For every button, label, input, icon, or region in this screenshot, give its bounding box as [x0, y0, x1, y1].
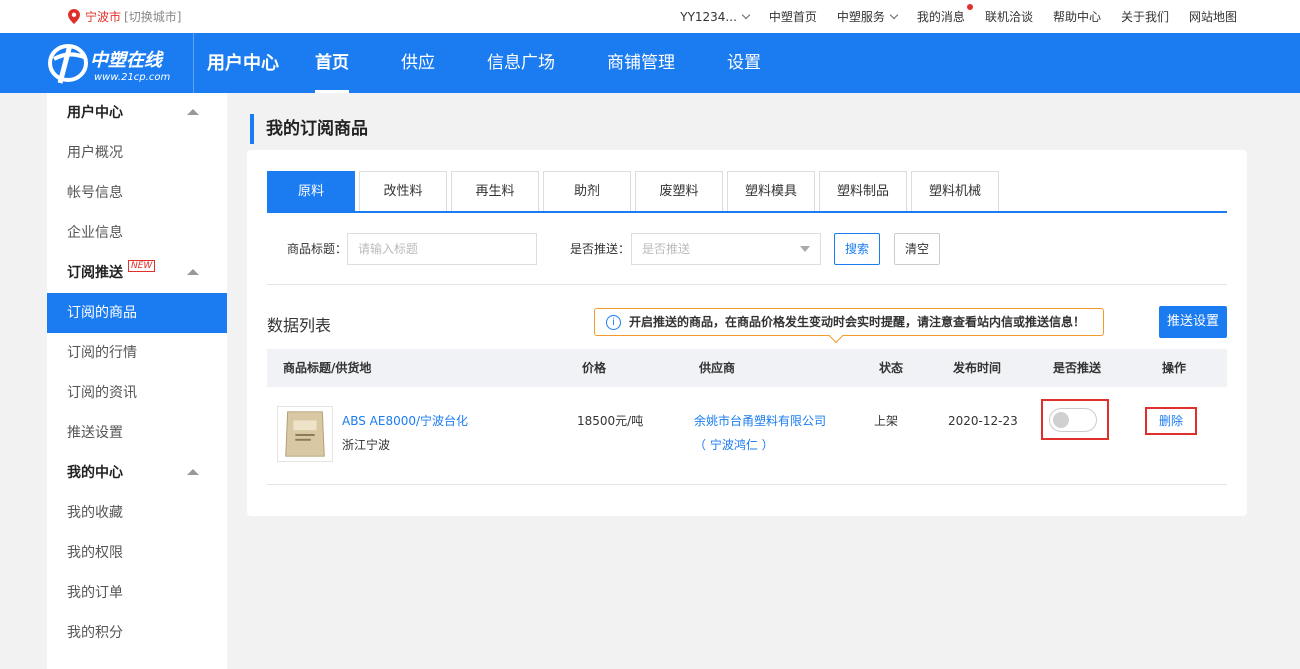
col-status: 状态	[879, 361, 904, 375]
tab-additives[interactable]: 助剂	[543, 171, 631, 211]
supplier-link[interactable]: 余姚市台甬塑料有限公司	[694, 413, 826, 429]
collapse-arrow-icon	[187, 269, 199, 275]
nav-item-shop-management[interactable]: 商铺管理	[589, 33, 693, 93]
col-price: 价格	[582, 361, 607, 375]
top-links: YY1234... 中塑首页 中塑服务 我的消息 联机洽谈 帮助中心 关于我们 …	[680, 0, 1300, 33]
supplier-sub-link[interactable]: （ 宁波鸿仁 ）	[694, 437, 774, 453]
sidebar-item-points[interactable]: 我的积分	[47, 613, 227, 653]
online-chat-link[interactable]: 联机洽谈	[985, 8, 1033, 25]
nav-divider	[193, 33, 194, 93]
sidebar-item-permissions[interactable]: 我的权限	[47, 533, 227, 573]
category-tabs: 原料 改性料 再生料 助剂 废塑料 塑料模具 塑料制品 塑料机械	[267, 171, 1227, 213]
sidebar-item-orders[interactable]: 我的订单	[47, 573, 227, 613]
col-title-location: 商品标题/供货地	[283, 361, 372, 375]
sidebar-group-my-center[interactable]: 我的中心	[47, 453, 227, 493]
svg-text:www.21cp.com: www.21cp.com	[94, 72, 170, 83]
sidebar-item-subscribed-news[interactable]: 订阅的资讯	[47, 373, 227, 413]
nav-item-info-plaza[interactable]: 信息广场	[469, 33, 573, 93]
dropdown-arrow-icon	[800, 246, 810, 252]
collapse-arrow-icon	[187, 109, 199, 115]
table-header: 商品标题/供货地 价格 供应商 状态 发布时间 是否推送 操作	[267, 349, 1227, 387]
sidebar-group-subscription[interactable]: 订阅推送 NEW	[47, 253, 227, 293]
site-map-link[interactable]: 网站地图	[1189, 8, 1237, 25]
sidebar-item-favorites[interactable]: 我的收藏	[47, 493, 227, 533]
sidebar-item-subscribed-market[interactable]: 订阅的行情	[47, 333, 227, 373]
sidebar-item-user-overview[interactable]: 用户概况	[47, 133, 227, 173]
svg-text:中塑在线: 中塑在线	[90, 50, 164, 71]
zhongsu-home-link[interactable]: 中塑首页	[769, 8, 817, 25]
nav-menu: 首页 供应 信息广场 商铺管理 设置	[297, 33, 795, 93]
product-thumbnail[interactable]	[277, 406, 333, 462]
tab-waste-plastic[interactable]: 废塑料	[635, 171, 723, 211]
title-filter-label: 商品标题：	[287, 242, 348, 256]
switch-city-link[interactable]: [切换城市]	[124, 8, 181, 25]
search-button[interactable]: 搜索	[834, 233, 880, 265]
product-location: 浙江宁波	[342, 438, 391, 452]
sidebar-group-user-center[interactable]: 用户中心	[47, 93, 227, 133]
subscribed-products-card: 原料 改性料 再生料 助剂 废塑料 塑料模具 塑料制品 塑料机械 商品标题： 请…	[247, 150, 1247, 516]
delete-button[interactable]: 删除	[1145, 407, 1197, 435]
tab-plastic-products[interactable]: 塑料制品	[819, 171, 907, 211]
page-title: 我的订阅商品	[250, 114, 368, 144]
main-nav: 中塑在线 www.21cp.com 用户中心 首页 供应 信息广场 商铺管理 设…	[0, 33, 1300, 93]
tab-raw-material[interactable]: 原料	[267, 171, 355, 211]
col-supplier: 供应商	[699, 361, 736, 375]
clear-button[interactable]: 清空	[894, 233, 940, 265]
tab-recycled-material[interactable]: 再生料	[451, 171, 539, 211]
location-pin-icon	[68, 9, 80, 24]
tab-plastic-molds[interactable]: 塑料模具	[727, 171, 815, 211]
push-settings-button[interactable]: 推送设置	[1159, 306, 1227, 338]
sidebar-item-company-info[interactable]: 企业信息	[47, 213, 227, 253]
product-price: 18500元/吨	[577, 414, 644, 428]
product-status: 上架	[874, 414, 899, 428]
current-city: 宁波市	[85, 10, 122, 24]
location-selector[interactable]: 宁波市 [切换城市]	[68, 0, 181, 33]
push-toggle-highlight	[1041, 399, 1109, 440]
my-messages-link[interactable]: 我的消息	[917, 4, 973, 25]
zhongsu-services-menu[interactable]: 中塑服务	[837, 8, 899, 25]
about-us-link[interactable]: 关于我们	[1121, 8, 1169, 25]
push-filter-label: 是否推送：	[570, 242, 631, 256]
sidebar-item-subscribed-products[interactable]: 订阅的商品	[47, 293, 227, 333]
notice-text: 开启推送的商品，在商品价格发生变动时会实时提醒，请注意查看站内信或推送信息！	[629, 315, 1086, 329]
publish-date: 2020-12-23	[948, 414, 1018, 428]
top-utility-bar: 宁波市 [切换城市] YY1234... 中塑首页 中塑服务 我的消息 联机洽谈…	[0, 0, 1300, 33]
toggle-knob	[1053, 412, 1069, 428]
user-account-menu[interactable]: YY1234...	[680, 10, 751, 24]
tooltip-arrow	[828, 328, 844, 344]
collapse-arrow-icon	[187, 469, 199, 475]
help-center-link[interactable]: 帮助中心	[1053, 8, 1101, 25]
chevron-down-icon	[889, 10, 899, 19]
filter-bar: 商品标题： 请输入标题 是否推送： 是否推送 搜索 清空	[267, 233, 1227, 285]
product-title-link[interactable]: ABS AE8000/宁波台化	[342, 413, 468, 429]
tab-plastic-machinery[interactable]: 塑料机械	[911, 171, 999, 211]
col-push-enabled: 是否推送	[1053, 361, 1102, 375]
new-badge: NEW	[128, 260, 156, 272]
sidebar: 用户中心 用户概况 帐号信息 企业信息 订阅推送 NEW 订阅的商品 订阅的行情 …	[47, 93, 227, 669]
tab-modified-material[interactable]: 改性料	[359, 171, 447, 211]
site-logo[interactable]: 中塑在线 www.21cp.com	[46, 39, 186, 87]
sidebar-item-account-info[interactable]: 帐号信息	[47, 173, 227, 213]
table-row: ABS AE8000/宁波台化 浙江宁波 18500元/吨 余姚市台甬塑料有限公…	[267, 387, 1227, 485]
nav-item-home[interactable]: 首页	[297, 33, 367, 93]
unread-dot-icon	[966, 4, 973, 10]
chevron-down-icon	[741, 10, 751, 19]
push-toggle-switch[interactable]	[1049, 408, 1097, 432]
user-center-title: 用户中心	[207, 53, 279, 74]
push-status-select[interactable]: 是否推送	[631, 233, 821, 265]
data-list-title: 数据列表	[267, 316, 332, 335]
nav-item-settings[interactable]: 设置	[709, 33, 779, 93]
nav-item-supply[interactable]: 供应	[383, 33, 453, 93]
sidebar-item-push-settings[interactable]: 推送设置	[47, 413, 227, 453]
col-actions: 操作	[1162, 361, 1187, 375]
info-icon: i	[606, 315, 621, 330]
push-notice-tooltip: i 开启推送的商品，在商品价格发生变动时会实时提醒，请注意查看站内信或推送信息！	[594, 308, 1104, 344]
title-search-input[interactable]: 请输入标题	[347, 233, 537, 265]
col-publish-date: 发布时间	[953, 361, 1002, 375]
